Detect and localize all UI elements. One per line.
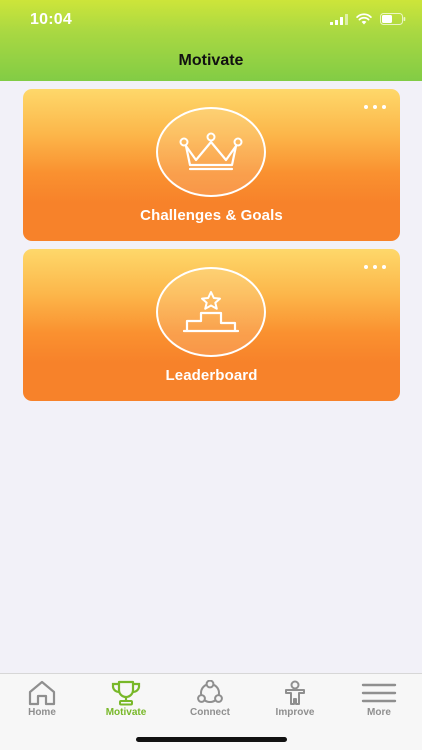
header: 10:04 Motivate: [0, 0, 422, 81]
status-time: 10:04: [30, 11, 72, 28]
dot: [373, 265, 377, 269]
tab-label: Home: [28, 707, 56, 718]
podium-icon: [183, 291, 239, 333]
signal-icon: [330, 13, 348, 25]
tab-label: Connect: [190, 707, 230, 718]
page-title: Motivate: [178, 52, 244, 69]
dot: [364, 265, 368, 269]
status-icons: [330, 13, 406, 25]
tab-label: Improve: [275, 707, 315, 718]
tab-motivate[interactable]: Motivate: [84, 674, 168, 724]
challenges-goals-card[interactable]: Challenges & Goals: [23, 89, 400, 241]
leaderboard-card[interactable]: Leaderboard: [23, 249, 400, 401]
tab-label: Motivate: [105, 707, 147, 718]
tab-label: More: [367, 707, 391, 718]
card-icon-circle: [156, 107, 266, 197]
card-icon-circle: [156, 267, 266, 357]
tab-home[interactable]: Home: [0, 674, 84, 724]
dot: [382, 105, 386, 109]
wifi-icon: [356, 13, 372, 25]
tab-connect[interactable]: Connect: [168, 674, 252, 724]
card-label: Leaderboard: [165, 367, 258, 384]
card-label: Challenges & Goals: [140, 207, 283, 224]
dot: [373, 105, 377, 109]
home-icon: [28, 680, 56, 706]
tab-improve[interactable]: Improve: [253, 674, 337, 724]
screen: 10:04 Motivate Challenges & Goals Leader…: [0, 0, 422, 750]
more-options-button[interactable]: [364, 101, 386, 113]
crown-icon: [179, 132, 243, 171]
battery-icon: [380, 13, 406, 25]
home-indicator[interactable]: [136, 737, 287, 742]
dot: [382, 265, 386, 269]
tab-more[interactable]: More: [337, 674, 421, 724]
trophy-icon: [111, 680, 141, 706]
person-icon: [285, 680, 305, 705]
menu-icon: [361, 683, 397, 703]
more-options-button[interactable]: [364, 261, 386, 273]
dot: [364, 105, 368, 109]
connect-icon: [197, 680, 223, 703]
